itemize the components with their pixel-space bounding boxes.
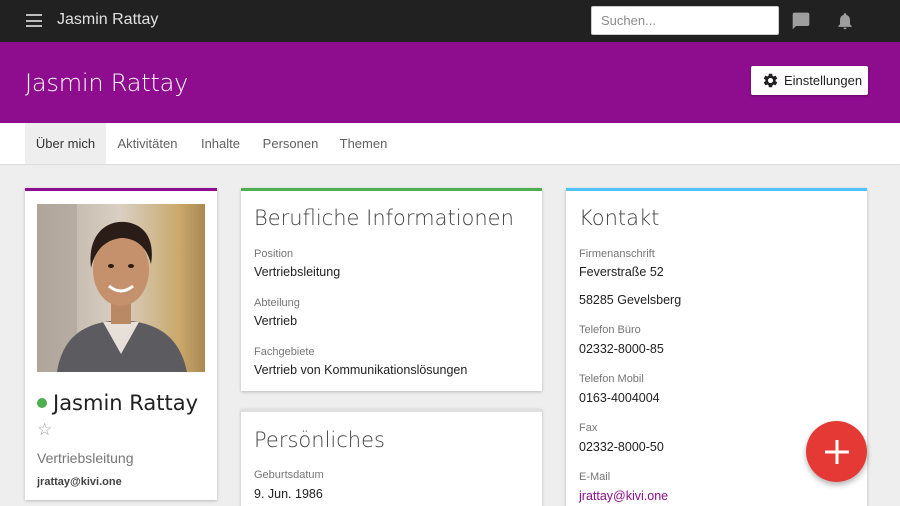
personal-card: Persönliches Geburtsdatum 9. Jun. 1986 [241, 409, 542, 506]
card-accent-bar [25, 188, 217, 191]
tab-bar: Über mich Aktivitäten Inhalte Personen T… [0, 123, 900, 164]
settings-button[interactable]: Einstellungen [751, 66, 868, 95]
email-link[interactable]: jrattay@kivi.one [579, 489, 668, 503]
page-title: Jasmin Rattay [25, 69, 189, 97]
address-label: Firmenanschrift [579, 248, 655, 260]
app-title: Jasmin Rattay [57, 11, 159, 28]
plus-icon [824, 439, 849, 464]
chat-icon[interactable] [791, 11, 811, 31]
birthdate-value: 9. Jun. 1986 [254, 487, 323, 501]
tab-aktivitaeten[interactable]: Aktivitäten [111, 123, 184, 164]
position-label: Position [254, 248, 294, 260]
fax-value: 02332-8000-50 [579, 440, 664, 454]
contact-title: Kontakt [579, 206, 660, 230]
card-accent-bar [566, 188, 867, 191]
bell-icon[interactable] [835, 11, 855, 31]
fax-label: Fax [579, 422, 598, 434]
address-line2: 58285 Gevelsberg [579, 293, 682, 307]
position-value: Vertriebsleitung [254, 265, 341, 279]
phone-mobile-value: 0163-4004004 [579, 391, 660, 405]
online-status-dot [37, 398, 47, 408]
personal-title: Persönliches [254, 428, 385, 452]
card-accent-bar [241, 409, 542, 412]
phone-office-value: 02332-8000-85 [579, 342, 664, 356]
profile-card: Jasmin Rattay ☆ Vertriebsleitung jrattay… [25, 188, 217, 500]
address-line1: Feverstraße 52 [579, 265, 664, 279]
settings-button-label: Einstellungen [784, 73, 863, 88]
birthdate-label: Geburtsdatum [254, 469, 324, 481]
tab-inhalte[interactable]: Inhalte [194, 123, 247, 164]
card-accent-bar [241, 188, 542, 191]
department-value: Vertrieb [254, 314, 298, 328]
profile-header: Jasmin Rattay Einstellungen [0, 42, 900, 123]
work-info-card: Berufliche Informationen Position Vertri… [241, 188, 542, 391]
expertise-label: Fachgebiete [254, 346, 315, 358]
gear-icon [763, 73, 778, 88]
top-app-bar: Jasmin Rattay [0, 0, 900, 42]
tab-themen[interactable]: Themen [334, 123, 393, 164]
email-label: E-Mail [579, 471, 611, 483]
avatar [37, 204, 205, 372]
star-outline-icon[interactable]: ☆ [37, 420, 52, 440]
expertise-value: Vertrieb von Kommunikationslösungen [254, 363, 468, 377]
add-button[interactable] [806, 421, 867, 482]
profile-position: Vertriebsleitung [37, 450, 134, 466]
search-input[interactable] [591, 6, 779, 35]
phone-office-label: Telefon Büro [579, 324, 641, 336]
tab-personen[interactable]: Personen [258, 123, 323, 164]
hamburger-menu-icon[interactable] [26, 14, 42, 27]
profile-name: Jasmin Rattay [53, 391, 199, 415]
work-info-title: Berufliche Informationen [254, 206, 514, 230]
scrollbar[interactable] [893, 164, 900, 506]
phone-mobile-label: Telefon Mobil [579, 373, 644, 385]
department-label: Abteilung [254, 297, 300, 309]
tab-ueber-mich[interactable]: Über mich [25, 123, 106, 164]
profile-email: jrattay@kivi.one [37, 476, 122, 488]
